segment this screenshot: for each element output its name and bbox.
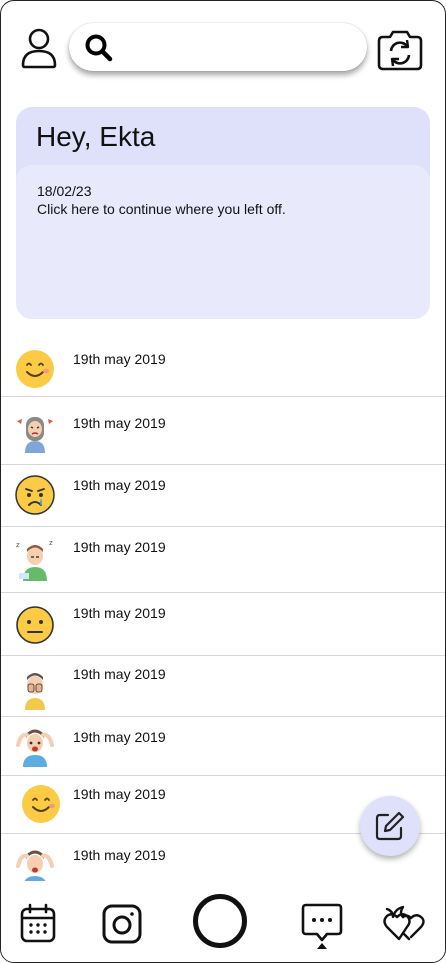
search-bar[interactable] xyxy=(69,23,367,73)
angry-woman-icon xyxy=(17,417,53,453)
calendar-icon xyxy=(20,903,56,943)
top-bar xyxy=(1,1,445,91)
profile-button[interactable] xyxy=(19,27,59,69)
continue-panel[interactable]: 18/02/23 Click here to continue where yo… xyxy=(16,165,430,319)
crying-face-icon xyxy=(15,475,55,515)
entry-date: 19th may 2019 xyxy=(73,666,166,682)
smiling-face-icon xyxy=(16,350,54,388)
continue-card[interactable]: Hey, Ekta 18/02/23 Click here to continu… xyxy=(16,107,430,319)
nav-record[interactable] xyxy=(192,893,248,954)
new-entry-button[interactable] xyxy=(360,796,420,856)
user-icon xyxy=(21,28,57,69)
entry-date: 19th may 2019 xyxy=(73,477,166,493)
continue-text: Click here to continue where you left of… xyxy=(37,201,286,217)
list-item[interactable]: 19th may 2019 xyxy=(1,465,445,526)
svg-text:z: z xyxy=(49,539,53,547)
search-input[interactable] xyxy=(121,23,355,73)
list-item[interactable]: z z 19th may 2019 xyxy=(1,527,445,592)
entry-date: 19th may 2019 xyxy=(73,605,166,621)
app-screen: Hey, Ekta 18/02/23 Click here to continu… xyxy=(0,0,446,963)
list-item[interactable]: 19th may 2019 xyxy=(1,717,445,775)
nav-calendar[interactable] xyxy=(20,903,56,948)
entry-date: 19th may 2019 xyxy=(73,786,166,802)
list-item[interactable]: 19th may 2019 xyxy=(1,337,445,397)
greeting-title: Hey, Ekta xyxy=(36,121,156,152)
search-icon xyxy=(85,34,113,62)
list-item[interactable]: 19th may 2019 xyxy=(1,593,445,655)
bottom-nav xyxy=(1,881,445,962)
last-entry-date: 18/02/23 xyxy=(37,183,92,199)
entry-date: 19th may 2019 xyxy=(73,729,166,745)
svg-text:z: z xyxy=(16,541,20,549)
camera-rotate-icon xyxy=(377,30,423,71)
chat-icon xyxy=(301,903,343,949)
smiling-face-icon xyxy=(22,785,60,823)
entry-date: 19th may 2019 xyxy=(73,415,166,431)
hearts-flame-icon xyxy=(383,905,425,941)
stressed-man-icon xyxy=(16,850,54,881)
edit-icon xyxy=(375,811,405,841)
sleepy-man-icon: z z xyxy=(16,539,53,581)
nav-favorites[interactable] xyxy=(381,903,427,948)
entry-date: 19th may 2019 xyxy=(73,539,166,555)
camera-switch-button[interactable] xyxy=(375,29,425,73)
stressed-man-icon xyxy=(16,729,54,767)
list-item[interactable]: 19th may 2019 xyxy=(1,656,445,716)
list-item[interactable]: 19th may 2019 xyxy=(1,397,445,464)
camera-icon xyxy=(102,904,142,944)
neutral-face-icon xyxy=(16,606,54,644)
facepalm-man-icon xyxy=(25,673,45,710)
record-circle-icon xyxy=(193,894,247,948)
nav-chat[interactable] xyxy=(301,903,343,956)
entry-date: 19th may 2019 xyxy=(73,847,166,863)
nav-camera[interactable] xyxy=(102,904,142,949)
entry-date: 19th may 2019 xyxy=(73,351,166,367)
